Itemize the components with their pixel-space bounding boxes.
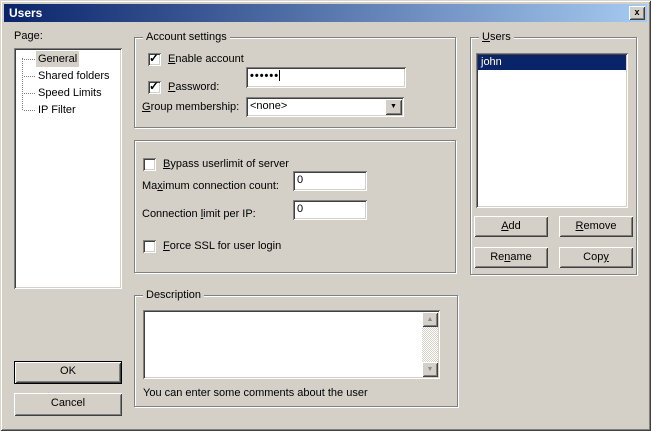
users-dialog: Users x Page: General Shared folders Spe… xyxy=(0,0,651,431)
scroll-down-icon[interactable]: ▼ xyxy=(422,362,438,377)
copy-user-button[interactable]: Copy xyxy=(559,247,633,268)
max-connection-count-input[interactable]: 0 xyxy=(293,171,367,191)
title-bar[interactable]: Users x xyxy=(4,4,647,22)
close-icon[interactable]: x xyxy=(629,6,645,20)
description-hint: You can enter some comments about the us… xyxy=(143,387,368,399)
window-title: Users xyxy=(9,6,42,20)
tree-item-general[interactable]: General xyxy=(16,51,120,68)
bypass-userlimit-checkbox[interactable]: ✓ xyxy=(143,158,156,171)
enable-account-checkbox[interactable]: ✓ xyxy=(148,53,161,66)
cancel-button[interactable]: Cancel xyxy=(14,393,122,416)
remove-user-button[interactable]: Remove xyxy=(559,216,633,237)
tree-item-shared-folders[interactable]: Shared folders xyxy=(16,68,120,85)
text-cursor xyxy=(279,70,280,81)
force-ssl-label: Force SSL for user login xyxy=(163,240,281,252)
users-listbox[interactable]: john xyxy=(476,53,628,208)
chevron-down-icon[interactable]: ▼ xyxy=(385,99,402,115)
vertical-scrollbar[interactable]: ▲ ▼ xyxy=(422,312,438,377)
password-label: Password: xyxy=(168,81,219,93)
rename-user-button[interactable]: Rename xyxy=(474,247,548,268)
tree-item-speed-limits[interactable]: Speed Limits xyxy=(16,85,120,102)
tree-item-ip-filter[interactable]: IP Filter xyxy=(16,102,120,119)
bypass-userlimit-label: Bypass userlimit of server xyxy=(163,158,289,170)
description-group-title: Description xyxy=(143,288,204,302)
page-tree[interactable]: General Shared folders Speed Limits IP F… xyxy=(14,48,122,289)
connection-limit-per-ip-label: Connection limit per IP: xyxy=(142,208,256,220)
description-textarea[interactable]: ▲ ▼ xyxy=(143,310,440,379)
group-membership-select[interactable]: <none> ▼ xyxy=(246,97,404,117)
page-label: Page: xyxy=(14,30,43,42)
connection-limit-per-ip-input[interactable]: 0 xyxy=(293,200,367,220)
add-user-button[interactable]: Add xyxy=(474,216,548,237)
enable-account-label: Enable account xyxy=(168,53,244,65)
list-item[interactable]: john xyxy=(478,55,626,70)
max-connection-count-label: Maximum connection count: xyxy=(142,180,279,192)
password-checkbox[interactable]: ✓ xyxy=(148,81,161,94)
checkmark-icon: ✓ xyxy=(149,79,159,93)
force-ssl-checkbox[interactable]: ✓ xyxy=(143,240,156,253)
checkmark-icon: ✓ xyxy=(149,51,159,65)
account-settings-group-title: Account settings xyxy=(143,30,230,44)
group-membership-label: Group membership: xyxy=(142,101,239,113)
users-group-title: Users xyxy=(479,30,514,44)
scroll-up-icon[interactable]: ▲ xyxy=(422,312,438,327)
password-input[interactable]: •••••• xyxy=(246,67,406,88)
ok-button[interactable]: OK xyxy=(14,361,122,384)
